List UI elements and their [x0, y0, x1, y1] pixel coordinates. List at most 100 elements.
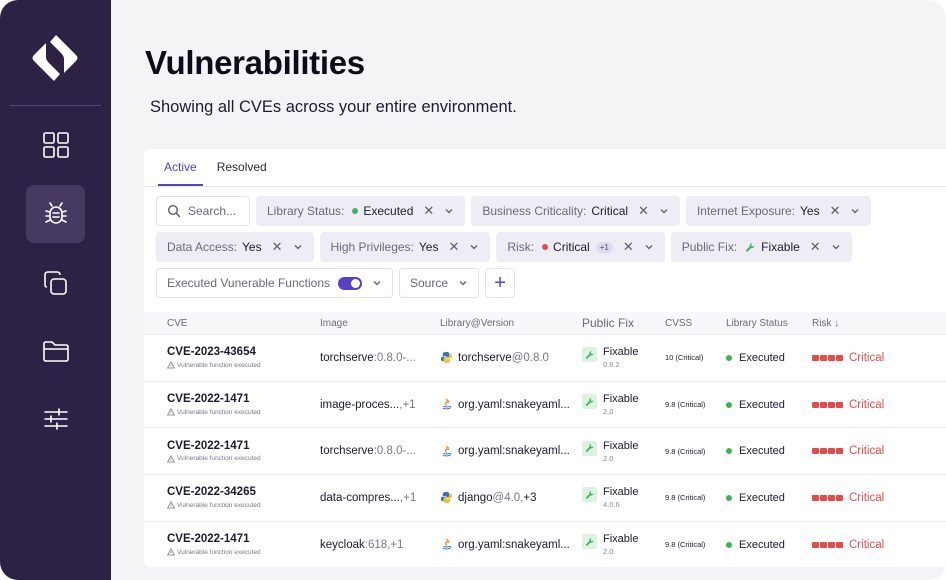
- filter-source[interactable]: Source: [399, 268, 480, 298]
- library-status: Executed: [739, 351, 785, 364]
- filter-value: Yes: [418, 240, 439, 254]
- filter-business-criticality[interactable]: Business Criticality: Critical ✕: [471, 196, 680, 226]
- cve-note: Vulnerable function executed: [167, 454, 261, 463]
- sidebar-item-settings[interactable]: [26, 390, 85, 448]
- library-version: @4.0,: [492, 491, 524, 504]
- chevron-down-icon[interactable]: [444, 206, 454, 216]
- risk-cell: Critical: [812, 539, 884, 551]
- warning-icon: [167, 454, 175, 463]
- cve-id[interactable]: CVE-2022-1471: [167, 533, 261, 545]
- warning-icon: [167, 408, 175, 416]
- clear-filter-button[interactable]: ✕: [272, 239, 283, 255]
- library-cell: org.yaml:snakeyaml...: [440, 445, 570, 458]
- cve-cell: CVE-2022-34265 Vulnerable function execu…: [167, 486, 261, 509]
- column-header-image[interactable]: Image: [320, 318, 348, 329]
- column-header-public-fix[interactable]: Public Fix: [582, 316, 634, 330]
- clear-filter-button[interactable]: ✕: [830, 203, 841, 219]
- cve-note: Vulnerable function executed: [167, 501, 261, 509]
- sidebar-item-folders[interactable]: [26, 322, 85, 380]
- column-header-risk[interactable]: Risk ↓: [812, 318, 839, 329]
- image-cell: torchserve:0.8.0-...: [320, 445, 416, 457]
- search-input[interactable]: Search...: [156, 196, 250, 226]
- clear-filter-button[interactable]: ✕: [623, 239, 634, 255]
- clear-filter-button[interactable]: ✕: [638, 203, 649, 219]
- sidebar-item-dashboard[interactable]: [26, 116, 85, 174]
- risk-label: Critical: [849, 538, 885, 551]
- public-fix-cell: Fixable 2.0: [582, 393, 638, 416]
- sidebar-item-vulnerabilities[interactable]: [26, 185, 85, 243]
- table-row[interactable]: CVE-2022-1471 Vulnerable function execut…: [144, 427, 946, 474]
- library-name: org.yaml:snakeyaml...: [458, 538, 570, 551]
- sidebar-item-copies[interactable]: [26, 254, 85, 312]
- filter-risk[interactable]: Risk: Critical +1 ✕: [496, 232, 665, 262]
- wrench-icon: [582, 440, 597, 456]
- chevron-down-icon[interactable]: [659, 206, 669, 216]
- library-name: org.yaml:snakeyaml...: [458, 445, 570, 458]
- vulnerabilities-table: CVE Image Library@Version Public Fix CVS…: [144, 312, 946, 567]
- chevron-down-icon[interactable]: [293, 242, 303, 252]
- chevron-down-icon[interactable]: [458, 278, 468, 288]
- tab-active[interactable]: Active: [158, 149, 203, 186]
- tabs-divider: [144, 186, 946, 187]
- grid-icon: [42, 132, 69, 158]
- cve-id[interactable]: CVE-2023-43654: [167, 346, 261, 358]
- fix-label: Fixable: [603, 346, 639, 359]
- add-filter-button[interactable]: +: [485, 268, 516, 298]
- clear-filter-button[interactable]: ✕: [423, 203, 434, 219]
- clear-filter-button[interactable]: ✕: [810, 239, 821, 255]
- chevron-down-icon[interactable]: [469, 242, 479, 252]
- table-row[interactable]: CVE-2022-1471 Vulnerable function execut…: [144, 520, 946, 568]
- image-name: image-proces...: [320, 398, 400, 411]
- fix-label: Fixable: [603, 533, 639, 546]
- table-row[interactable]: CVE-2023-43654 Vulnerable function execu…: [144, 334, 946, 381]
- chevron-down-icon[interactable]: [372, 278, 382, 288]
- library-status-cell: Executed: [726, 445, 785, 457]
- table-row[interactable]: CVE-2022-1471 Vulnerable function execut…: [144, 380, 946, 428]
- chevron-down-icon[interactable]: [644, 242, 654, 252]
- table-header: CVE Image Library@Version Public Fix CVS…: [144, 312, 946, 334]
- image-cell: keycloak:618,+1: [320, 539, 403, 551]
- status-dot: [542, 244, 549, 250]
- column-header-cvss[interactable]: CVSS: [665, 318, 692, 329]
- tab-resolved[interactable]: Resolved: [211, 149, 273, 186]
- cve-note: Vulnerable function executed: [167, 548, 261, 556]
- warning-icon: [167, 548, 175, 556]
- library-status-cell: Executed: [726, 539, 785, 551]
- image-cell: data-compres...,+1: [320, 492, 416, 504]
- image-name: torchserve: [320, 445, 374, 458]
- filter-label: Executed Vunerable Functions: [167, 276, 330, 290]
- cve-id[interactable]: CVE-2022-1471: [167, 393, 261, 405]
- column-header-library[interactable]: Library@Version: [440, 318, 514, 329]
- cve-note-text: Vulnerable function executed: [177, 548, 261, 556]
- filter-public-fix[interactable]: Public Fix: Fixable ✕: [670, 232, 852, 262]
- public-fix-cell: Fixable 2.0: [582, 440, 638, 463]
- risk-label: Critical: [849, 491, 885, 504]
- page-subtitle: Showing all CVEs across your entire envi…: [150, 98, 517, 116]
- executed-functions-toggle[interactable]: [338, 276, 362, 290]
- status-dot: [726, 354, 732, 361]
- wrench-icon: [582, 487, 597, 503]
- filter-high-privileges[interactable]: High Privileges: Yes ✕: [319, 232, 491, 262]
- cve-id[interactable]: CVE-2022-1471: [167, 440, 261, 452]
- chevron-down-icon[interactable]: [850, 206, 860, 216]
- library-status: Executed: [739, 398, 785, 411]
- image-version: :0.8.0-...: [373, 351, 416, 364]
- fix-version: 0.8.2: [603, 360, 620, 370]
- column-header-cve[interactable]: CVE: [167, 318, 188, 329]
- image-cell: torchserve:0.8.0-...: [320, 352, 416, 364]
- cve-cell: CVE-2023-43654 Vulnerable function execu…: [167, 346, 261, 369]
- status-dot: [726, 448, 732, 455]
- table-row[interactable]: CVE-2022-34265 Vulnerable function execu…: [144, 474, 946, 521]
- image-cell: image-proces...,+1: [320, 399, 416, 411]
- filter-label: Internet Exposure:: [696, 204, 795, 218]
- chevron-down-icon[interactable]: [831, 242, 841, 252]
- filter-executed-functions[interactable]: Executed Vunerable Functions: [156, 268, 393, 298]
- clear-filter-button[interactable]: ✕: [448, 239, 459, 255]
- filter-data-access[interactable]: Data Access: Yes ✕: [156, 232, 314, 262]
- cve-id[interactable]: CVE-2022-34265: [167, 486, 261, 498]
- filter-internet-exposure[interactable]: Internet Exposure: Yes ✕: [685, 196, 872, 226]
- filter-library-status[interactable]: Library Status: Executed ✕: [256, 196, 466, 226]
- library-status-cell: Executed: [726, 352, 785, 364]
- cve-note-text: Vulnerable function executed: [177, 455, 261, 463]
- column-header-library-status[interactable]: Library Status: [726, 318, 788, 329]
